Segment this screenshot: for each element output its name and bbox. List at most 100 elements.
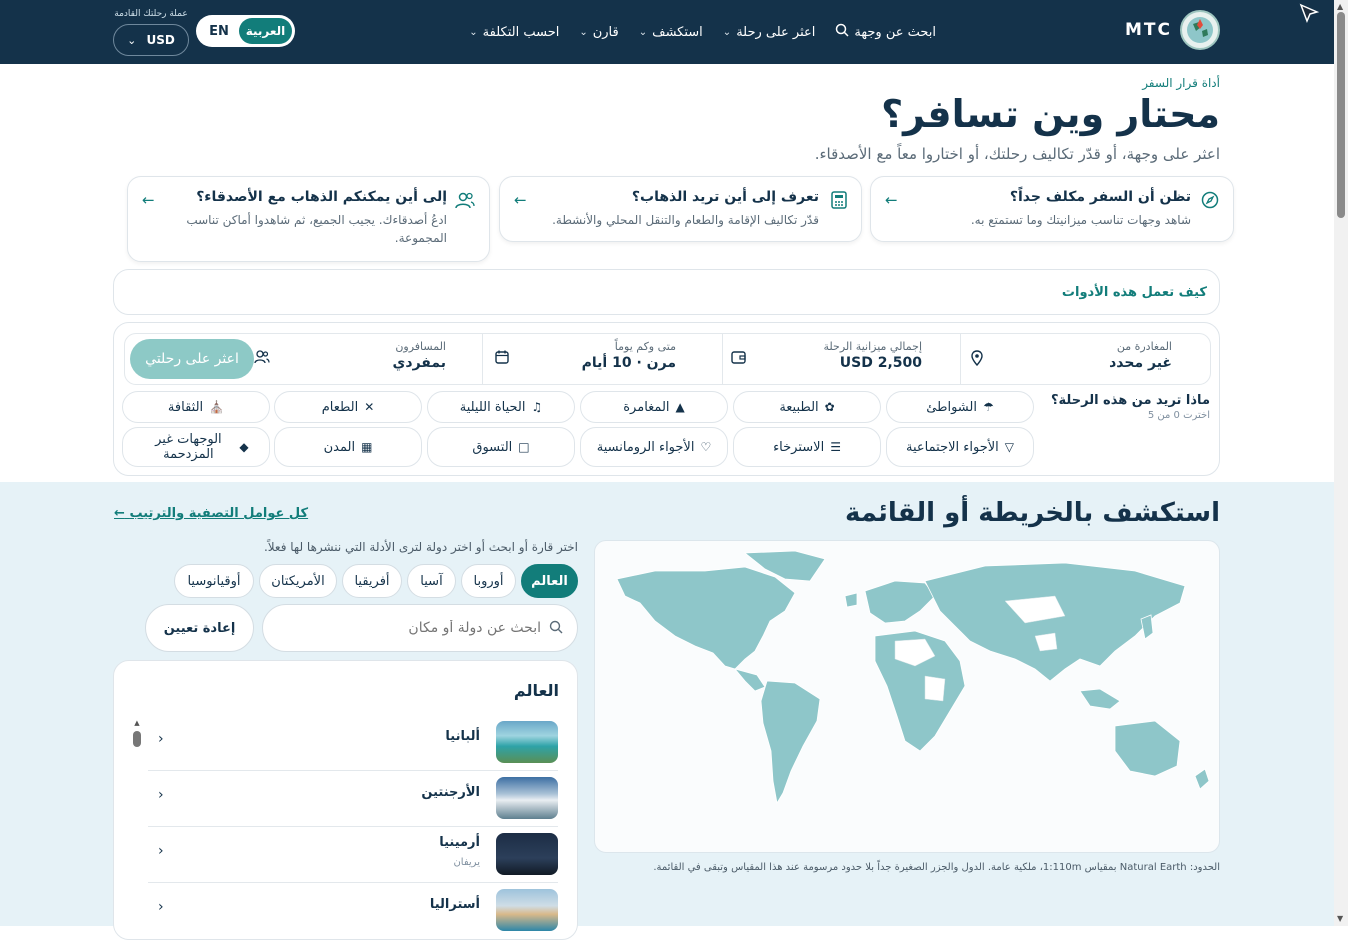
country-thumbnail <box>496 777 558 819</box>
interest-relaxation[interactable]: ☰ الاسترخاء <box>733 427 881 467</box>
field-travelers[interactable]: المسافرون بمفردي اعثر على رحلتي <box>125 334 482 384</box>
region-americas[interactable]: الأمريكتان <box>259 564 337 598</box>
interest-nightlife[interactable]: ♫ الحياة الليلية <box>427 391 575 423</box>
chevron-left-icon: ‹ <box>158 843 164 859</box>
menu-find-trip[interactable]: اعثر على رحلة ⌄ <box>723 25 816 40</box>
map-japan[interactable] <box>1140 614 1154 640</box>
how-tools-work-toggle[interactable]: كيف تعمل هذه الأدوات <box>113 269 1220 315</box>
country-search[interactable] <box>262 604 578 652</box>
arrow-left-icon: ← <box>142 191 155 209</box>
country-thumbnail <box>496 721 558 763</box>
currency-label: عملة رحلتك القادمة <box>114 9 188 19</box>
list-item[interactable]: أستراليا ‹ <box>148 883 558 939</box>
interest-nature[interactable]: ✿ الطبيعة <box>733 391 881 423</box>
mouse-cursor-icon <box>1298 2 1320 28</box>
interest-culture[interactable]: ⛪ الثقافة <box>122 391 270 423</box>
world-map-graphic[interactable] <box>595 541 1220 853</box>
map-credit: الحدود: Natural Earth بمقياس 1:110m، ملك… <box>653 862 1220 873</box>
list-item[interactable]: ألبانيا ‹ <box>148 715 558 771</box>
interest-romantic[interactable]: ♡ الأجواء الرومانسية <box>580 427 728 467</box>
scroll-up-icon[interactable]: ▲ <box>1337 2 1343 11</box>
menu-label: قارن <box>592 24 619 40</box>
scroll-up-icon[interactable]: ▲ <box>132 719 142 727</box>
list-item[interactable]: أرمينيا يريفان ‹ <box>148 827 558 883</box>
menu-explore[interactable]: استكشف ⌄ <box>639 25 703 40</box>
field-value: مرن · 10 أيام <box>581 355 676 371</box>
interest-food[interactable]: ✕ الطعام <box>274 391 422 423</box>
map-southeast-asia[interactable] <box>1079 688 1121 710</box>
field-label: إجمالي ميزانية الرحلة <box>823 340 922 353</box>
card-cost-estimate[interactable]: تعرف إلى أين تريد الذهاب؟ قدّر تكاليف ال… <box>499 176 862 242</box>
lang-ar-option[interactable]: العربية <box>239 18 292 44</box>
music-icon: ♫ <box>531 399 543 414</box>
field-departure[interactable]: المغادرة من غير محدد <box>960 334 1210 384</box>
card-title: إلى أين يمكنكم الذهاب مع الأصدقاء؟ <box>196 189 447 205</box>
region-europe[interactable]: أوروبا <box>461 564 516 598</box>
umbrella-icon: ☂ <box>982 399 994 414</box>
users-icon <box>455 191 475 213</box>
card-title: تظن أن السفر مكلف جداً؟ <box>1009 189 1191 205</box>
page-title: محتار وين تسافر؟ <box>881 92 1220 136</box>
find-my-trip-button[interactable]: اعثر على رحلتي <box>130 339 254 379</box>
chevron-down-icon: ⌄ <box>469 26 478 38</box>
region-asia[interactable]: آسيا <box>407 564 456 598</box>
field-budget[interactable]: إجمالي ميزانية الرحلة USD 2,500 <box>722 334 960 384</box>
scroll-thumb[interactable] <box>1337 12 1345 218</box>
chip-label: المدن <box>323 439 356 455</box>
country-thumbnail <box>496 889 558 931</box>
search-icon <box>835 23 849 41</box>
main-menu: ابحث عن وجهة اعثر على رحلة ⌄ استكشف ⌄ قارن… <box>469 0 936 64</box>
all-filters-link[interactable]: كل عوامل التصفية والترتيب ← <box>114 506 308 521</box>
currency-value: USD <box>146 33 175 47</box>
map-uk[interactable] <box>844 592 858 608</box>
field-dates[interactable]: متى وكم يوماً مرن · 10 أيام <box>482 334 722 384</box>
world-map[interactable] <box>594 540 1220 853</box>
map-new-zealand[interactable] <box>1194 768 1210 790</box>
region-world[interactable]: العالم <box>521 564 578 598</box>
menu-compare[interactable]: قارن ⌄ <box>579 25 618 40</box>
page-scrollbar[interactable]: ▲ ▼ <box>1334 0 1348 926</box>
list-scrollbar[interactable]: ▲ <box>132 719 142 759</box>
card-desc: قدّر تكاليف الإقامة والطعام والتنقل المح… <box>552 213 819 227</box>
calculator-icon <box>831 191 847 213</box>
interest-beaches[interactable]: ☂ الشواطئ <box>886 391 1034 423</box>
scroll-thumb[interactable] <box>133 731 141 747</box>
interest-cities[interactable]: ▦ المدن <box>274 427 422 467</box>
map-australia[interactable] <box>1114 720 1181 777</box>
language-toggle[interactable]: EN العربية <box>196 15 295 47</box>
currency-select[interactable]: ⌄ USD <box>113 24 189 56</box>
lang-en-option[interactable]: EN <box>199 24 239 39</box>
brand[interactable]: MTC <box>1125 10 1220 50</box>
scroll-down-icon[interactable]: ▼ <box>1337 914 1343 923</box>
card-budget-travel[interactable]: تظن أن السفر مكلف جداً؟ شاهد وجهات تناسب… <box>870 176 1234 242</box>
map-north-america[interactable] <box>616 566 796 670</box>
list-item[interactable]: الأرجنتين ‹ <box>148 771 558 827</box>
country-search-input[interactable] <box>291 620 541 636</box>
breadcrumb[interactable]: أداة قرار السفر <box>1142 76 1220 90</box>
chip-label: الشواطئ <box>926 399 977 415</box>
explore-title: استكشف بالخريطة أو القائمة <box>844 498 1220 528</box>
card-group-travel[interactable]: إلى أين يمكنكم الذهاب مع الأصدقاء؟ ادعُ … <box>127 176 490 262</box>
interest-adventure[interactable]: ▲ المغامرة <box>580 391 728 423</box>
region-africa[interactable]: أفريقيا <box>342 564 402 598</box>
menu-label: احسب التكلفة <box>482 24 560 40</box>
arrow-left-icon: ← <box>114 506 125 521</box>
card-desc: ادعُ أصدقاءك. يجيب الجميع، ثم شاهدوا أما… <box>186 213 447 245</box>
country-list-panel: العالم ▲ ألبانيا ‹ الأرجنتين ‹ أرمينيا ي… <box>113 660 578 940</box>
map-south-america[interactable] <box>760 680 821 805</box>
chevron-left-icon: ‹ <box>158 899 164 915</box>
interest-social[interactable]: ▽ الأجواء الاجتماعية <box>886 427 1034 467</box>
country-name: أستراليا <box>429 897 480 912</box>
menu-calculate-cost[interactable]: احسب التكلفة ⌄ <box>469 25 559 40</box>
menu-find-destination[interactable]: ابحث عن وجهة <box>835 23 936 41</box>
region-oceania[interactable]: أوقيانوسيا <box>174 564 254 598</box>
map-central-america[interactable] <box>733 668 766 692</box>
interest-shopping[interactable]: □ التسوق <box>427 427 575 467</box>
calendar-icon <box>495 350 509 368</box>
interest-uncrowded[interactable]: ◆ الوجهات غير المزدحمة <box>122 427 270 467</box>
map-europe[interactable] <box>864 580 936 624</box>
all-filters-label: كل عوامل التصفية والترتيب <box>129 506 309 521</box>
chip-label: الطبيعة <box>779 399 819 415</box>
reset-button[interactable]: إعادة تعيين <box>145 604 254 652</box>
chip-label: الحياة الليلية <box>459 399 526 415</box>
